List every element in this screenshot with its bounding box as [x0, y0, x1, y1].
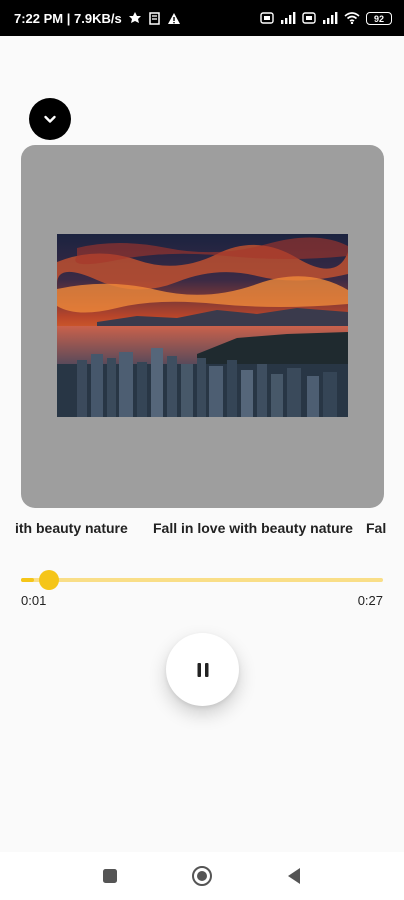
- volte-2-icon: [302, 12, 316, 24]
- artwork-card: [21, 145, 384, 508]
- signal-2-icon: [322, 12, 338, 24]
- warning-icon: [167, 12, 181, 25]
- artwork-image: [57, 234, 348, 417]
- song-title-fragment-left: ith beauty nature: [15, 520, 128, 536]
- battery-icon: 92: [366, 11, 392, 25]
- status-left: 7:22 PM | 7.9KB/s: [14, 11, 181, 26]
- status-right: 92: [260, 11, 392, 25]
- volte-icon: [260, 12, 274, 24]
- progress-fill: [21, 578, 35, 582]
- notification-icon: [148, 11, 161, 25]
- home-circle-icon: [191, 865, 213, 887]
- recents-button[interactable]: [98, 864, 122, 888]
- progress-thumb[interactable]: [39, 570, 60, 590]
- settings-fan-icon: [128, 11, 142, 25]
- pause-button[interactable]: [166, 633, 239, 706]
- total-duration: 0:27: [357, 593, 383, 608]
- back-triangle-icon: [286, 867, 302, 885]
- back-button[interactable]: [282, 864, 306, 888]
- song-title-marquee: ith beauty nature Fall in love with beau…: [0, 518, 404, 542]
- progress-slider[interactable]: [21, 570, 383, 590]
- song-title-fragment-right: Fal: [366, 520, 387, 536]
- signal-1-icon: [280, 12, 296, 24]
- collapse-player-button[interactable]: [29, 98, 71, 140]
- status-time-speed: 7:22 PM | 7.9KB/s: [14, 10, 122, 26]
- status-bar: 7:22 PM | 7.9KB/s 92: [0, 0, 404, 36]
- elapsed-time: 0:01: [21, 593, 47, 608]
- song-title: Fall in love with beauty nature: [153, 520, 353, 536]
- wifi-icon: [344, 12, 360, 24]
- recents-square-icon: [102, 868, 118, 884]
- home-button[interactable]: [190, 864, 214, 888]
- chevron-down-icon: [42, 111, 58, 127]
- pause-icon: [196, 662, 210, 678]
- system-navigation-bar: [0, 852, 404, 900]
